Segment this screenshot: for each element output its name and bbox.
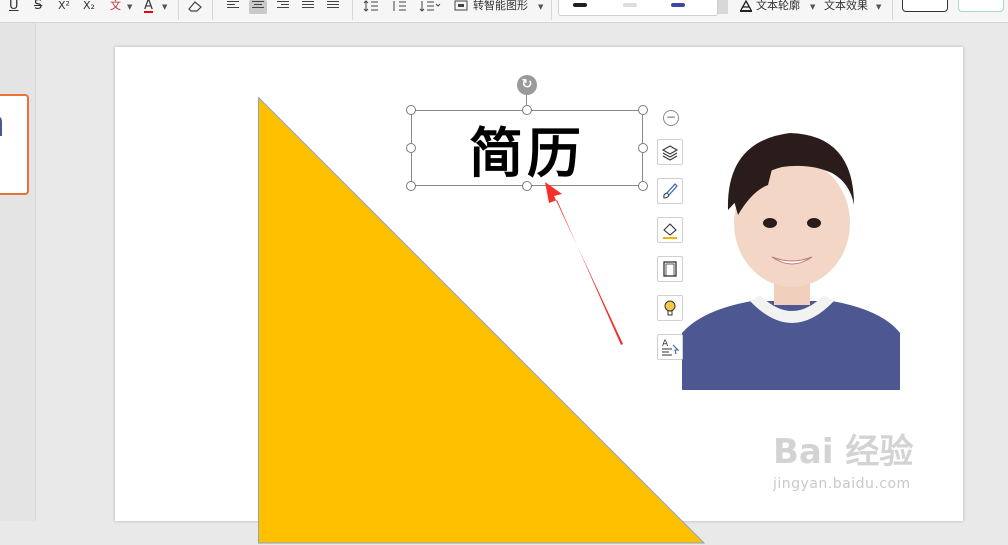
justify-icon[interactable]	[299, 0, 317, 14]
bulb-icon[interactable]	[657, 295, 683, 321]
style-swatch[interactable]	[573, 3, 587, 7]
divider	[892, 0, 893, 20]
style-swatch[interactable]	[623, 3, 637, 7]
smart-shape-button[interactable]: 转智能图形	[473, 0, 528, 14]
shape-style-light[interactable]	[958, 0, 1004, 12]
distribute-icon[interactable]	[324, 0, 342, 14]
smart-shape-icon[interactable]	[454, 0, 468, 14]
red-annotation-arrow	[545, 182, 623, 345]
watermark-logo: Bai 经验	[773, 432, 914, 472]
superscript-button[interactable]: X²	[58, 0, 70, 14]
resize-handle-top-right[interactable]	[638, 105, 648, 115]
eraser-icon[interactable]	[187, 0, 203, 14]
layers-icon[interactable]	[657, 139, 683, 165]
text-outline-button[interactable]: 文本轮廓	[756, 0, 800, 14]
text-effect-dropdown-icon[interactable]: ▼	[876, 1, 881, 15]
resize-handle-bottom-left[interactable]	[406, 181, 416, 191]
text-effect-button[interactable]: 文本效果	[824, 0, 868, 14]
divider	[352, 0, 353, 20]
paragraph-spacing-icon[interactable]	[391, 0, 407, 14]
thumbnail-photo	[0, 116, 2, 136]
rotate-icon[interactable]: ↻	[517, 75, 537, 95]
font-color-dropdown-icon[interactable]: ▼	[162, 1, 167, 15]
pinyin-dropdown-icon[interactable]: ▼	[127, 1, 132, 15]
text-style-gallery[interactable]	[558, 0, 718, 16]
slide-canvas[interactable]: ↻ 简历 − A Bai 经验 jingyan.baidu.com	[115, 47, 963, 544]
shape-style-dark[interactable]	[902, 0, 948, 12]
resize-handle-left[interactable]	[406, 143, 416, 153]
align-left-icon[interactable]	[224, 0, 242, 14]
watermark-url: jingyan.baidu.com	[773, 476, 911, 492]
text-outline-icon[interactable]	[739, 0, 753, 14]
slide-thumbnail-panel	[0, 23, 36, 521]
pinyin-guide-button[interactable]: 文	[110, 0, 121, 14]
gallery-scroll-button[interactable]	[718, 0, 728, 14]
fill-bucket-icon[interactable]	[657, 217, 683, 243]
line-spacing-icon[interactable]	[363, 0, 379, 14]
portrait-photo[interactable]	[682, 105, 900, 390]
align-center-icon[interactable]	[249, 0, 267, 14]
text-wrap-icon[interactable]: A	[657, 334, 683, 360]
strikethrough-button[interactable]: S	[34, 0, 42, 14]
frame-icon[interactable]	[657, 256, 683, 282]
brush-icon[interactable]	[657, 178, 683, 204]
svg-text:A: A	[662, 339, 669, 349]
spacing-options-icon[interactable]	[419, 0, 441, 14]
resize-handle-bottom[interactable]	[522, 181, 532, 191]
smart-shape-dropdown-icon[interactable]: ▼	[538, 1, 543, 15]
divider	[551, 0, 552, 20]
align-right-icon[interactable]	[274, 0, 292, 14]
style-swatch[interactable]	[671, 3, 685, 7]
divider	[178, 0, 179, 20]
resize-handle-right[interactable]	[638, 143, 648, 153]
divider	[212, 0, 213, 20]
underline-button[interactable]: U	[9, 0, 19, 14]
resize-handle-top[interactable]	[522, 105, 532, 115]
minus-circle-icon[interactable]: −	[663, 110, 679, 126]
resize-handle-top-left[interactable]	[406, 105, 416, 115]
ribbon-toolbar: U S X² X₂ 文 ▼ A ▼ 转智能图形 ▼ 文本轮廓 ▼ 文本效果 ▼	[0, 0, 1008, 23]
resize-handle-bottom-right[interactable]	[638, 181, 648, 191]
text-outline-dropdown-icon[interactable]: ▼	[810, 1, 815, 15]
slide-thumbnail-selected[interactable]	[0, 94, 29, 195]
subscript-button[interactable]: X₂	[83, 0, 95, 14]
font-color-button[interactable]: A	[144, 0, 153, 13]
baidu-jingyan-watermark: Bai 经验 jingyan.baidu.com	[770, 410, 960, 500]
